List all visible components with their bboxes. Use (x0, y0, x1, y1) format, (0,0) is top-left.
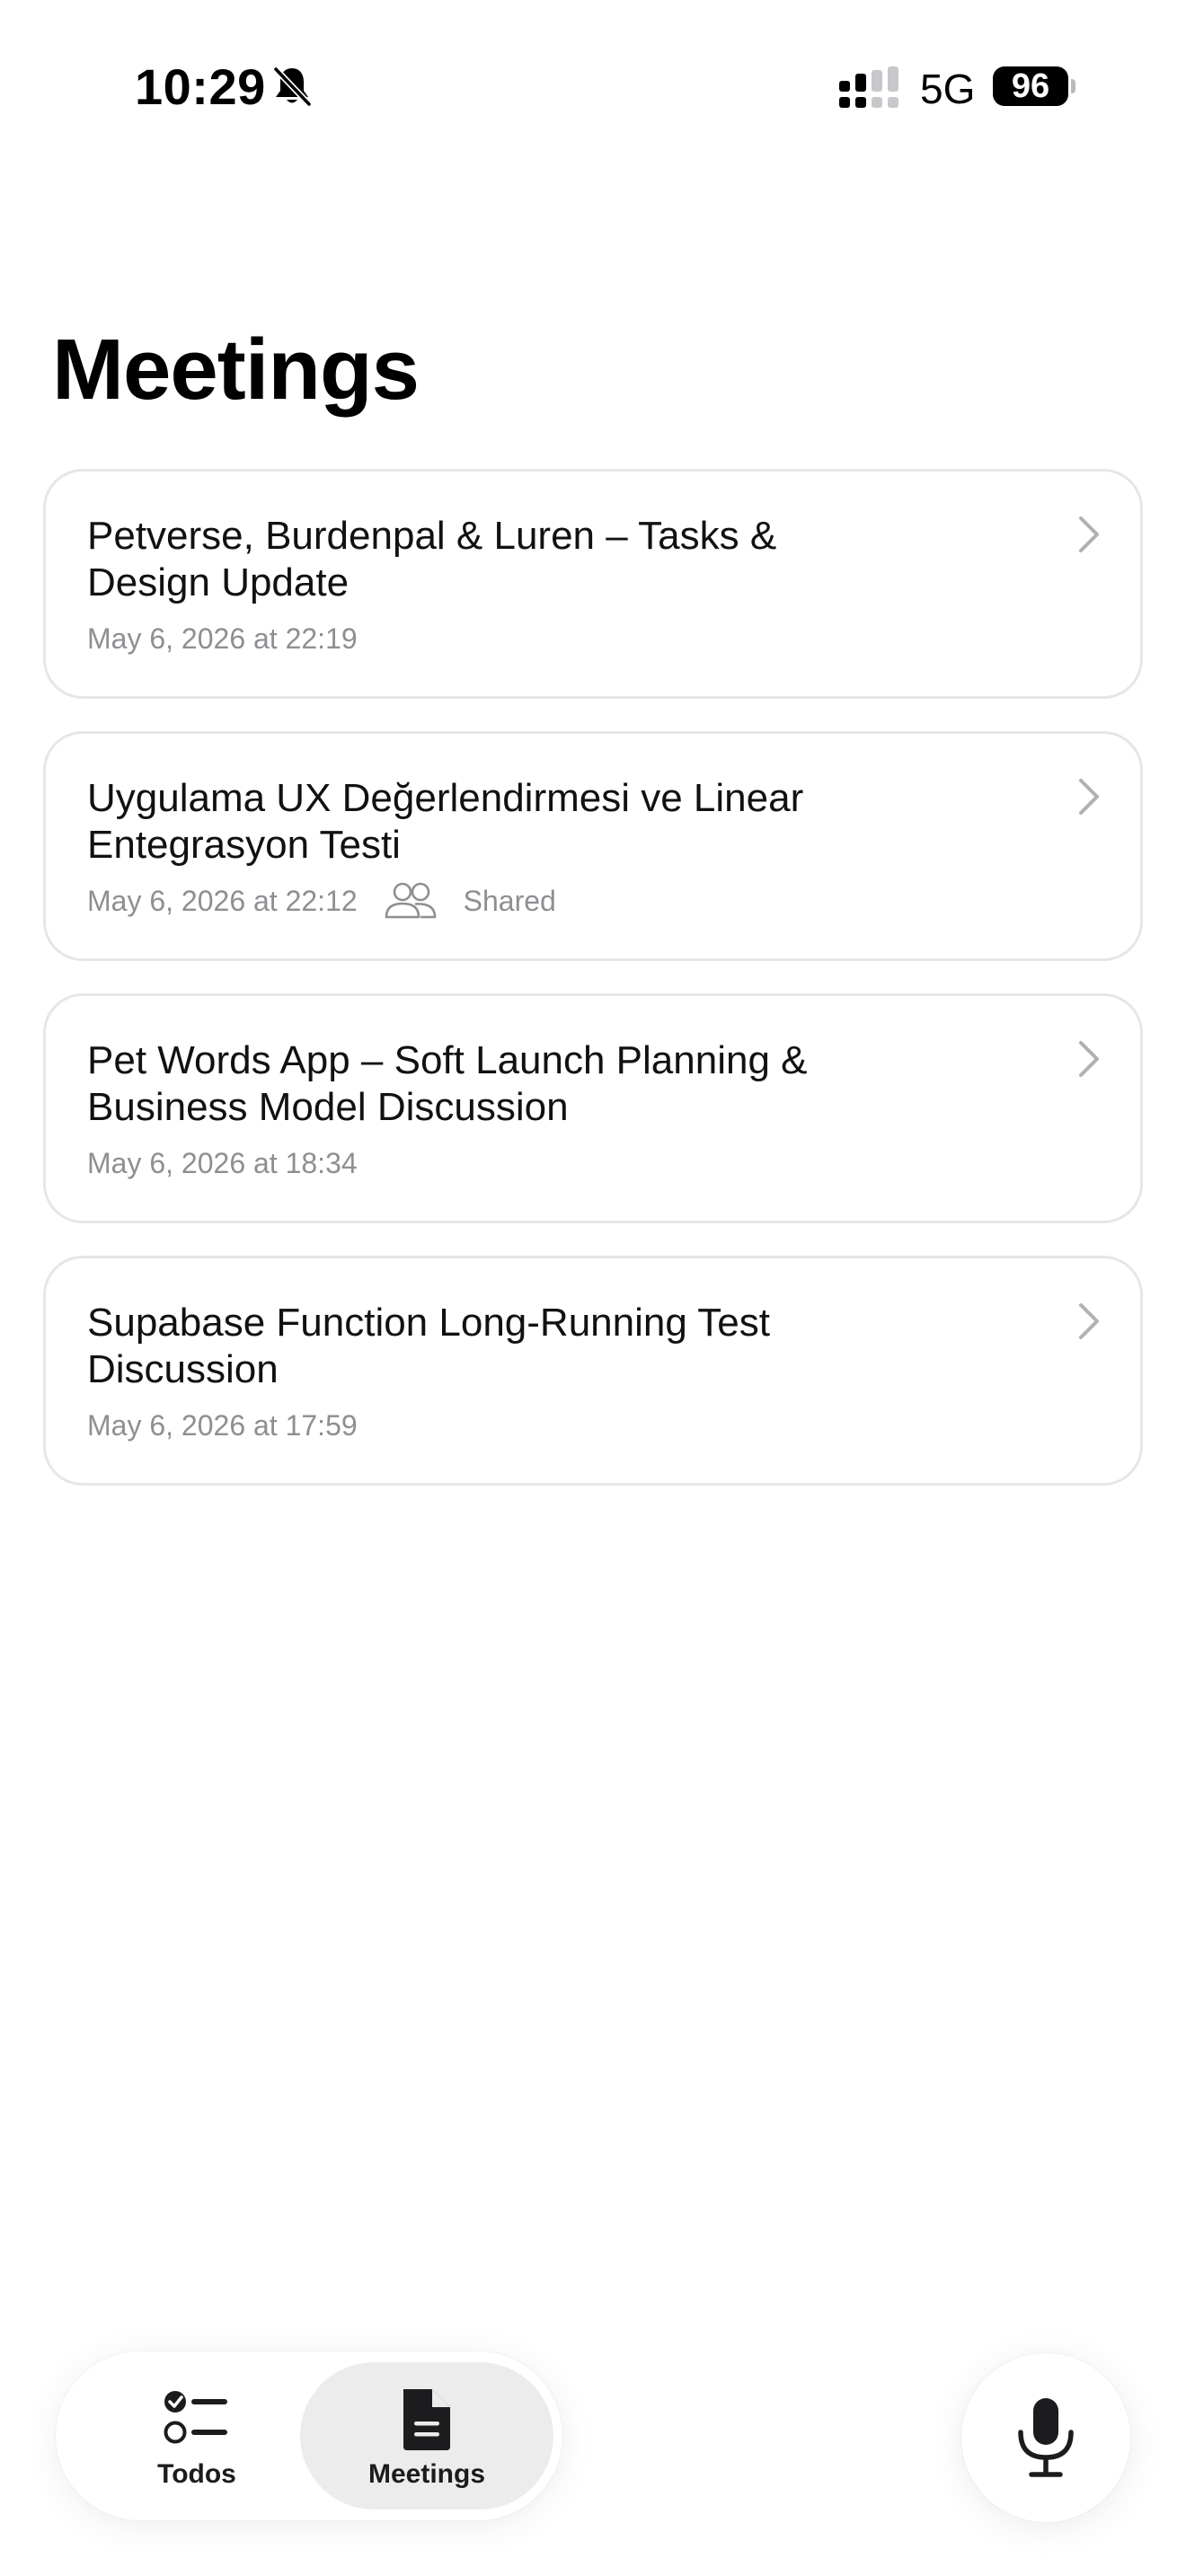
tab-meetings[interactable]: Meetings (300, 2362, 553, 2510)
tab-todos-label: Todos (157, 2459, 236, 2489)
meeting-title: Pet Words App – Soft Launch Planning & B… (87, 1038, 808, 1129)
meeting-meta: May 6, 2026 at 18:34 (87, 1145, 358, 1181)
chevron-right-icon (1079, 779, 1099, 815)
meeting-date: May 6, 2026 at 22:12 (87, 884, 358, 917)
meeting-title: Petverse, Burdenpal & Luren – Tasks & De… (87, 514, 777, 604)
tab-bar: Todos Meetings (56, 2351, 562, 2520)
meeting-date: May 6, 2026 at 17:59 (87, 1408, 358, 1442)
tab-todos[interactable]: Todos (70, 2362, 323, 2510)
tab-meetings-label: Meetings (367, 2459, 486, 2489)
meeting-title: Supabase Function Long-Running Test Disc… (87, 1301, 770, 1391)
network-type: 5G (920, 66, 976, 112)
meeting-title: Uygulama UX Değerlendirmesi ve Linear En… (87, 776, 804, 867)
meeting-card[interactable]: Uygulama UX Değerlendirmesi ve Linear En… (43, 731, 1143, 961)
checklist-icon (164, 2391, 227, 2444)
status-bar: 10:29 5G 96 (0, 0, 1186, 180)
shared-label: Shared (463, 884, 556, 917)
document-icon (403, 2389, 450, 2450)
cellular-signal-icon (839, 66, 898, 108)
microphone-icon (1018, 2398, 1074, 2477)
meeting-card[interactable]: Petverse, Burdenpal & Luren – Tasks & De… (43, 469, 1143, 699)
meeting-card[interactable]: Supabase Function Long-Running Test Disc… (43, 1256, 1143, 1486)
people-icon (385, 882, 436, 919)
status-time: 10:29 (135, 58, 266, 115)
page-title: Meetings (52, 322, 420, 418)
record-button[interactable] (961, 2353, 1130, 2522)
meeting-date: May 6, 2026 at 18:34 (87, 1146, 358, 1179)
battery-nub (1071, 79, 1075, 93)
meeting-meta: May 6, 2026 at 22:19 (87, 621, 358, 657)
meeting-meta: May 6, 2026 at 17:59 (87, 1407, 358, 1443)
meeting-list: Petverse, Burdenpal & Luren – Tasks & De… (43, 469, 1143, 1518)
chevron-right-icon (1079, 516, 1099, 552)
chevron-right-icon (1079, 1303, 1099, 1339)
meeting-card[interactable]: Pet Words App – Soft Launch Planning & B… (43, 993, 1143, 1223)
meeting-date: May 6, 2026 at 22:19 (87, 622, 358, 655)
battery-indicator: 96 (993, 66, 1068, 106)
meeting-meta: May 6, 2026 at 22:12 Shared (87, 882, 556, 919)
bell-slash-icon (272, 66, 313, 108)
chevron-right-icon (1079, 1041, 1099, 1077)
